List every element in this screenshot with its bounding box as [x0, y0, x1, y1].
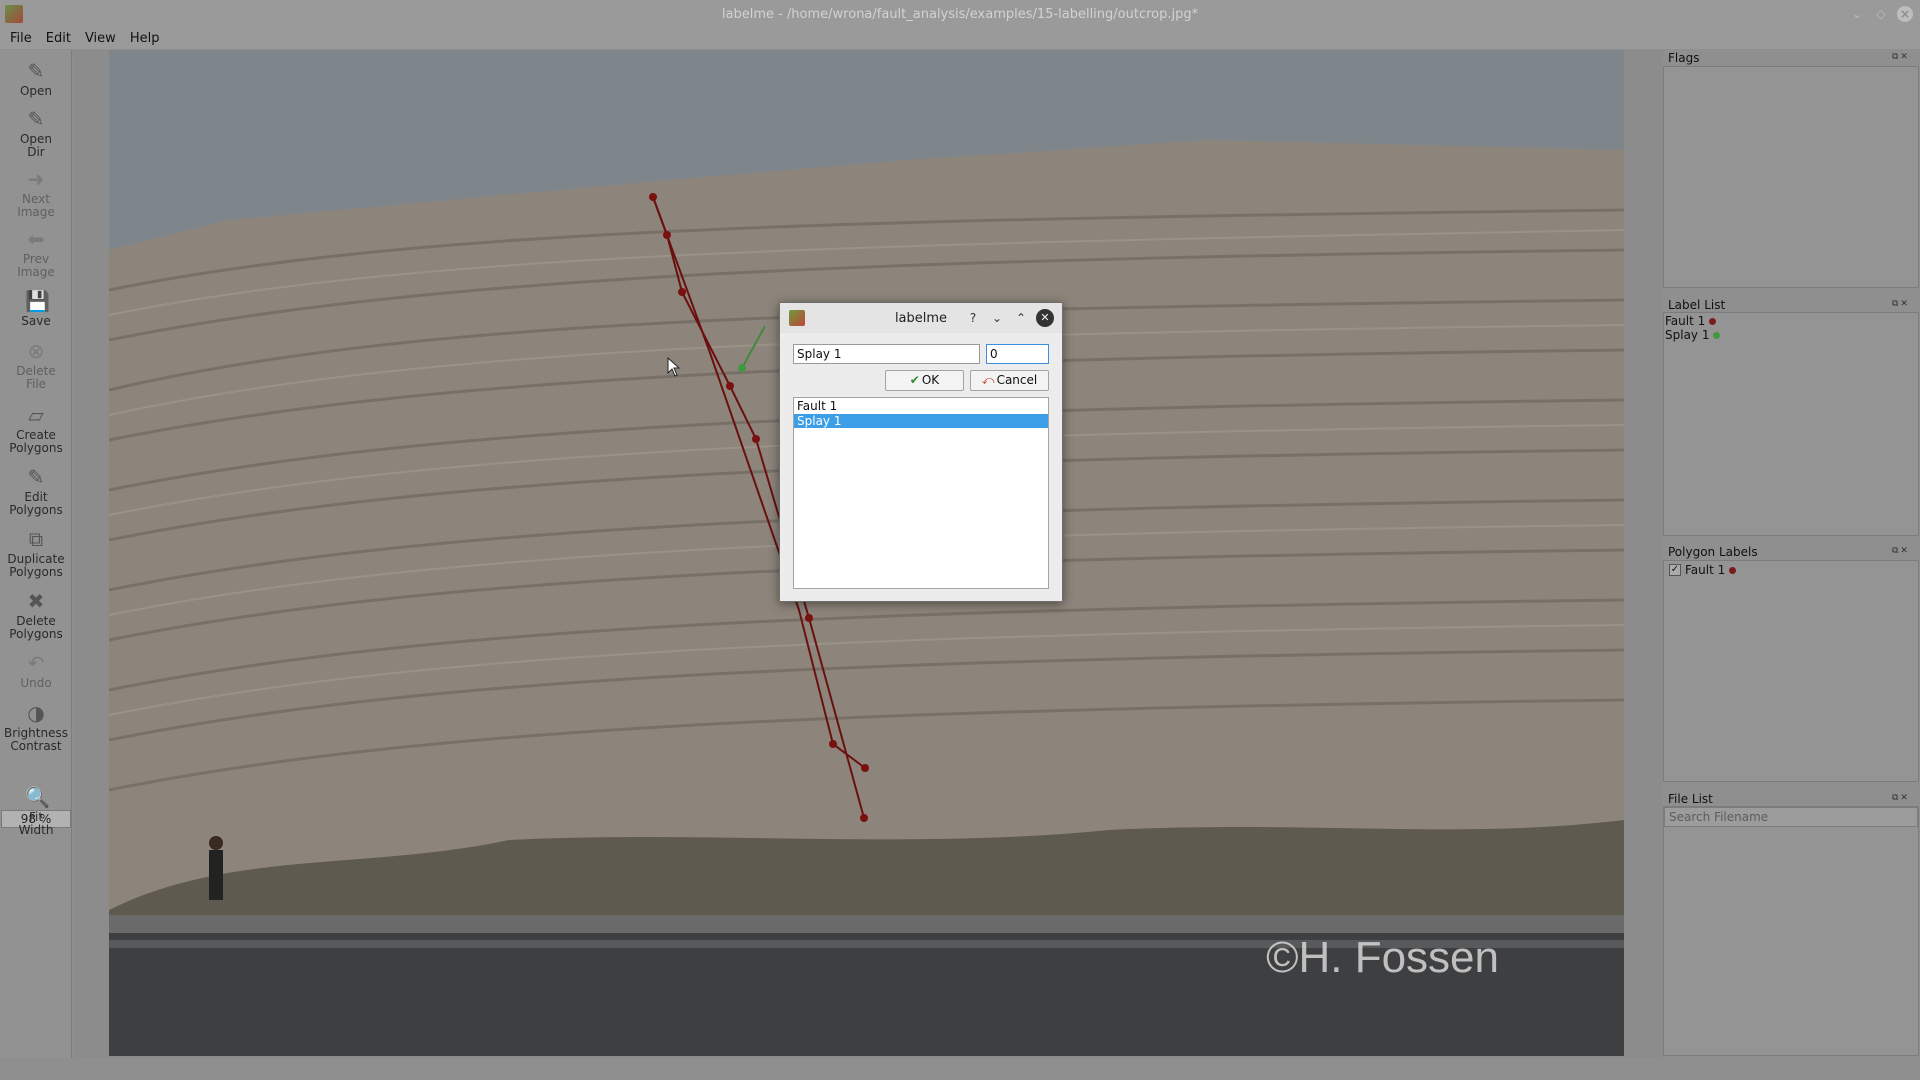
edit-icon: ✎ [27, 465, 45, 489]
polygon-labels-panel [1663, 560, 1919, 782]
label-list-panel-float-close-icon[interactable]: ⧉✕ [1892, 299, 1910, 309]
polygon-labels-panel-float-close-icon[interactable]: ⧉✕ [1892, 546, 1910, 556]
group-id-input[interactable]: 0 [986, 344, 1049, 364]
delete-file-button[interactable]: ⊗ Delete File [0, 340, 72, 391]
close-window-button[interactable]: × [1897, 6, 1913, 22]
label-list-item-text: Splay 1 [1665, 328, 1710, 342]
ok-button[interactable]: ✔ OK [885, 370, 964, 391]
dialog-title-bar: labelme ? ⌄ ⌃ ✕ [780, 303, 1062, 333]
label-choice-item[interactable]: Fault 1 [794, 399, 1048, 413]
pencil-icon: ✎ [27, 59, 45, 83]
polygon-labels-panel-title: Polygon Labels [1668, 545, 1758, 559]
undo-button[interactable]: ↶ Undo [0, 652, 72, 690]
label-choice-item-selected[interactable]: Splay 1 [794, 414, 1048, 428]
menu-file[interactable]: File [4, 29, 38, 49]
cancel-arrow-icon: ⤺ [981, 373, 995, 387]
label-list-item-text: Fault 1 [1665, 314, 1706, 328]
label-choices-list[interactable]: Fault 1 Splay 1 [793, 397, 1049, 589]
menu-help[interactable]: Help [124, 29, 166, 49]
open-dir-button[interactable]: ✎ Open Dir [0, 108, 72, 159]
window-title: labelme - /home/wrona/fault_analysis/exa… [721, 7, 1199, 22]
label-list-panel-title: Label List [1668, 298, 1726, 312]
save-button[interactable]: 💾 Save [0, 290, 72, 328]
label-color-dot [1709, 317, 1717, 325]
label-color-dot [1729, 566, 1737, 574]
delete-circle-icon: ⊗ [27, 339, 45, 363]
search-filename-input[interactable]: Search Filename [1664, 807, 1918, 827]
tool-bar: ✎ Open ✎ Open Dir ➜ Next Image ⬅ Prev Im… [0, 50, 72, 1058]
duplicate-polygons-button[interactable]: ⧉ Duplicate Polygons [0, 528, 72, 579]
undo-icon: ↶ [27, 651, 45, 675]
delete-polygons-button[interactable]: ✖ Delete Polygons [0, 590, 72, 641]
create-polygons-button[interactable]: ▱ Create Polygons [0, 404, 72, 455]
file-list-panel-title: File List [1668, 792, 1713, 806]
prev-image-button[interactable]: ⬅ Prev Image [0, 228, 72, 279]
edit-polygons-button[interactable]: ✎ Edit Polygons [0, 466, 72, 517]
brightness-icon: ◑ [27, 701, 45, 725]
flags-panel-float-close-icon[interactable]: ⧉✕ [1892, 52, 1910, 62]
polygon-create-icon: ▱ [28, 403, 44, 427]
copy-icon: ⧉ [28, 527, 44, 551]
arrow-right-icon: ➜ [27, 167, 45, 191]
arrow-left-icon: ⬅ [27, 227, 45, 251]
file-list-panel [1663, 806, 1919, 1056]
fit-width-button[interactable]: 🔍 Fit Width [0, 786, 72, 837]
status-bar [0, 1058, 1920, 1080]
close-dialog-button[interactable]: ✕ [1036, 309, 1054, 327]
maximize-icon[interactable]: ⌃ [1012, 309, 1030, 327]
check-icon: ✔ [909, 373, 920, 387]
open-button[interactable]: ✎ Open [0, 60, 72, 98]
menu-bar: File Edit View Help [0, 29, 1920, 49]
menu-view[interactable]: View [79, 29, 122, 49]
polygon-visible-checkbox[interactable]: ✓ [1669, 564, 1681, 576]
polygon-label-item[interactable]: ✓ Fault 1 [1669, 563, 1737, 577]
label-name-input[interactable]: Splay 1 [793, 344, 980, 364]
label-list-item[interactable]: Splay 1 [1665, 328, 1721, 342]
flags-panel-title: Flags [1668, 51, 1700, 65]
pencil-icon: ✎ [27, 107, 45, 131]
window-title-bar: labelme - /home/wrona/fault_analysis/exa… [0, 0, 1920, 29]
mouse-cursor-icon [667, 357, 681, 377]
polygon-label-text: Fault 1 [1685, 563, 1726, 577]
file-list-panel-float-close-icon[interactable]: ⧉✕ [1892, 793, 1910, 803]
floppy-disk-icon: 💾 [25, 289, 50, 313]
cross-icon: ✖ [27, 589, 45, 613]
label-list-item[interactable]: Fault 1 [1665, 314, 1717, 328]
next-image-button[interactable]: ➜ Next Image [0, 168, 72, 219]
minimize-icon[interactable]: ⌄ [1849, 6, 1865, 22]
maximize-icon[interactable]: ◇ [1873, 6, 1889, 22]
minimize-icon[interactable]: ⌄ [988, 309, 1006, 327]
label-color-dot [1713, 331, 1721, 339]
menu-edit[interactable]: Edit [40, 29, 77, 49]
watermark-text: ©H. Fossen [1266, 933, 1499, 982]
help-icon[interactable]: ? [964, 309, 982, 327]
label-list-panel [1663, 312, 1919, 536]
zoom-icon: 🔍 [25, 785, 50, 809]
flags-panel [1663, 66, 1919, 288]
cancel-button[interactable]: ⤺ Cancel [970, 370, 1049, 391]
brightness-contrast-button[interactable]: ◑ Brightness Contrast [0, 702, 72, 753]
label-dialog: labelme ? ⌄ ⌃ ✕ Splay 1 0 ✔ OK ⤺ Cancel Fa… [779, 302, 1063, 602]
